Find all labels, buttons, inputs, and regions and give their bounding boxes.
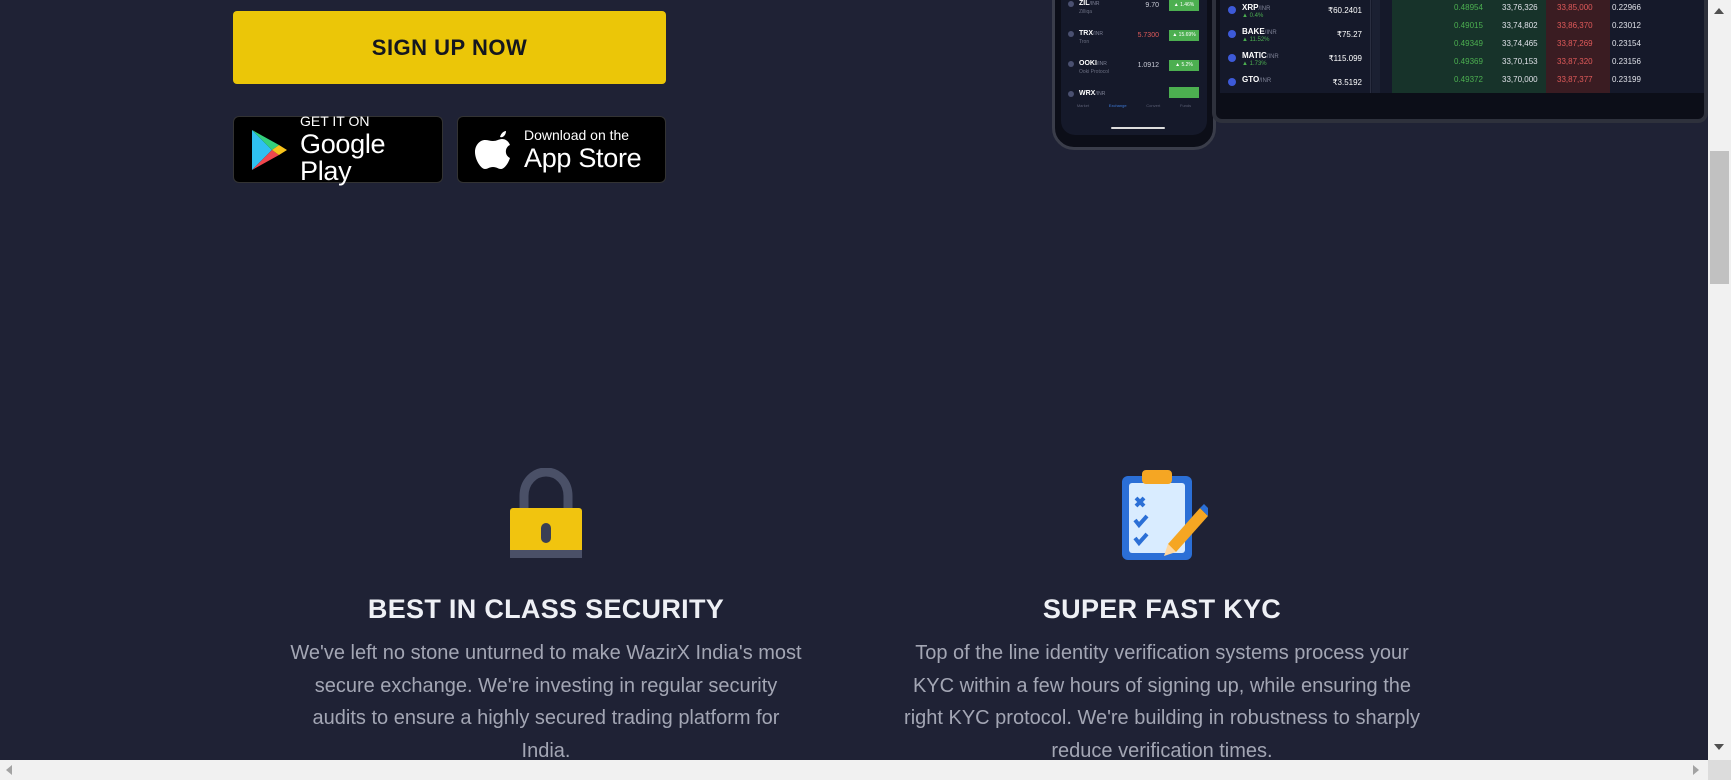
phone-home-indicator xyxy=(1111,127,1165,129)
phone-coin-price: 9.70 xyxy=(1145,2,1159,9)
apple-icon xyxy=(475,130,510,169)
feature-title: BEST IN CLASS SECURITY xyxy=(367,594,725,624)
phone-coin-change: ▲ 5.2% xyxy=(1169,60,1199,71)
tablet-mockup: XRP/INR ▲ 0.4% ₹60.2401 BAKE/INR ▲ 11.52… xyxy=(1212,0,1708,123)
tablet-market-row: MATIC/INR ▲ 1.73% ₹115.099 xyxy=(1220,48,1370,72)
feature-kyc: SUPER FAST KYC Top of the line identity … xyxy=(902,468,1422,760)
phone-nav-convert[interactable]: Convert xyxy=(1146,103,1160,119)
google-play-icon xyxy=(252,129,287,170)
tablet-coin-price: ₹115.099 xyxy=(1328,54,1362,63)
tablet-divider xyxy=(1372,0,1380,93)
order-book-row: 0.49015 33,74,802 33,86,370 0.23012 xyxy=(1454,21,1641,30)
phone-mockup: ZIL/INR Zilliqa 9.70 ▲ 1.46% TRX/INR Tro… xyxy=(1052,0,1216,150)
order-book-row: 0.49372 33,70,000 33,87,377 0.23199 xyxy=(1454,75,1641,84)
scroll-down-arrow-icon[interactable] xyxy=(1714,744,1724,750)
feature-security: BEST IN CLASS SECURITY We've left no sto… xyxy=(286,468,806,760)
tablet-market-row: XRP/INR ▲ 0.4% ₹60.2401 xyxy=(1220,0,1370,24)
phone-market-row: ZIL/INR Zilliqa 9.70 ▲ 1.46% xyxy=(1067,0,1201,21)
tablet-market-row: GTO/INR ₹3.5192 xyxy=(1220,72,1370,93)
phone-coin-price: 5.7300 xyxy=(1137,32,1159,39)
coin-icon xyxy=(1228,54,1236,62)
tablet-coin-name: BAKE/INR xyxy=(1242,27,1277,36)
phone-coin-name: OOKI/INR xyxy=(1079,60,1107,67)
phone-coin-sub: Zilliqa xyxy=(1079,9,1093,15)
phone-coin-name: WRX/INR xyxy=(1079,90,1106,97)
tablet-market-list: XRP/INR ▲ 0.4% ₹60.2401 BAKE/INR ▲ 11.52… xyxy=(1220,0,1371,93)
app-store-small-text: Download on the xyxy=(524,126,630,143)
tablet-coin-price: ₹60.2401 xyxy=(1327,6,1362,15)
phone-coin-name: TRX/INR xyxy=(1079,30,1103,37)
tablet-coin-price: ₹3.5192 xyxy=(1332,78,1362,87)
tablet-coin-price: ₹75.27 xyxy=(1336,30,1362,39)
page-viewport: SIGN UP NOW GET IT ON Google Play Downlo… xyxy=(0,0,1708,760)
padlock-icon xyxy=(510,468,582,558)
phone-coin-change: ▲ 15.69% xyxy=(1169,30,1199,41)
coin-icon xyxy=(1068,1,1074,7)
phone-coin-sub: Tron xyxy=(1079,39,1090,45)
google-play-badge[interactable]: GET IT ON Google Play xyxy=(233,113,443,186)
phone-bottom-nav: Market Exchange Convert Funds xyxy=(1067,103,1201,119)
clipboard-checklist-icon xyxy=(1122,470,1208,560)
phone-nav-funds[interactable]: Funds xyxy=(1180,103,1191,119)
app-store-badge[interactable]: Download on the App Store xyxy=(457,116,666,183)
feature-description: Top of the line identity verification sy… xyxy=(904,642,1420,760)
feature-title: SUPER FAST KYC xyxy=(1042,594,1282,624)
phone-coin-price: 1.0912 xyxy=(1137,62,1159,69)
coin-icon xyxy=(1068,91,1074,97)
coin-icon xyxy=(1068,31,1074,37)
horizontal-scrollbar[interactable] xyxy=(0,760,1708,780)
vertical-scrollbar[interactable] xyxy=(1708,0,1731,760)
phone-nav-market[interactable]: Market xyxy=(1077,103,1089,119)
scroll-up-arrow-icon[interactable] xyxy=(1714,8,1724,14)
tablet-coin-change: ▲ 1.73% xyxy=(1242,61,1267,67)
tablet-coin-change: ▲ 0.4% xyxy=(1242,13,1264,19)
order-book-row: 0.49369 33,70,153 33,87,320 0.23156 xyxy=(1454,57,1641,66)
phone-coin-sub: Ooki Protocol xyxy=(1079,69,1110,75)
coin-icon xyxy=(1228,78,1236,86)
phone-screen: ZIL/INR Zilliqa 9.70 ▲ 1.46% TRX/INR Tro… xyxy=(1061,0,1207,135)
order-book-row: 0.49349 33,74,465 33,87,269 0.23154 xyxy=(1454,39,1641,48)
phone-nav-exchange[interactable]: Exchange xyxy=(1109,103,1127,119)
tablet-coin-name: GTO/INR xyxy=(1242,75,1272,84)
order-book-row: 0.48954 33,76,326 33,85,000 0.22966 xyxy=(1454,3,1641,12)
feature-description: We've left no stone unturned to make Waz… xyxy=(290,642,802,760)
phone-market-row: OOKI/INR Ooki Protocol 1.0912 ▲ 5.2% xyxy=(1067,55,1201,81)
google-play-big-text: Google Play xyxy=(300,129,386,186)
tablet-coin-name: XRP/INR xyxy=(1242,3,1271,12)
scroll-right-arrow-icon[interactable] xyxy=(1693,765,1699,775)
phone-coin-change xyxy=(1169,87,1199,98)
coin-icon xyxy=(1228,6,1236,14)
coin-icon xyxy=(1068,61,1074,67)
app-store-big-text: App Store xyxy=(524,142,642,173)
sign-up-now-button[interactable]: SIGN UP NOW xyxy=(233,11,666,84)
coin-icon xyxy=(1228,30,1236,38)
phone-coin-name: ZIL/INR xyxy=(1079,0,1100,7)
tablet-coin-change: ▲ 11.52% xyxy=(1242,37,1270,43)
tablet-order-book: 0.48954 33,76,326 33,85,000 0.22966 0.49015… xyxy=(1392,0,1704,93)
tablet-screen: XRP/INR ▲ 0.4% ₹60.2401 BAKE/INR ▲ 11.52… xyxy=(1220,0,1704,93)
scroll-left-arrow-icon[interactable] xyxy=(6,765,12,775)
phone-coin-change: ▲ 1.46% xyxy=(1169,0,1199,11)
google-play-small-text: GET IT ON xyxy=(300,113,370,129)
tablet-coin-name: MATIC/INR xyxy=(1242,51,1279,60)
phone-market-row: TRX/INR Tron 5.7300 ▲ 15.69% xyxy=(1067,25,1201,51)
tablet-market-row: BAKE/INR ▲ 11.52% ₹75.27 xyxy=(1220,24,1370,48)
scrollbar-corner xyxy=(1708,760,1731,780)
vertical-scroll-thumb[interactable] xyxy=(1710,151,1729,284)
